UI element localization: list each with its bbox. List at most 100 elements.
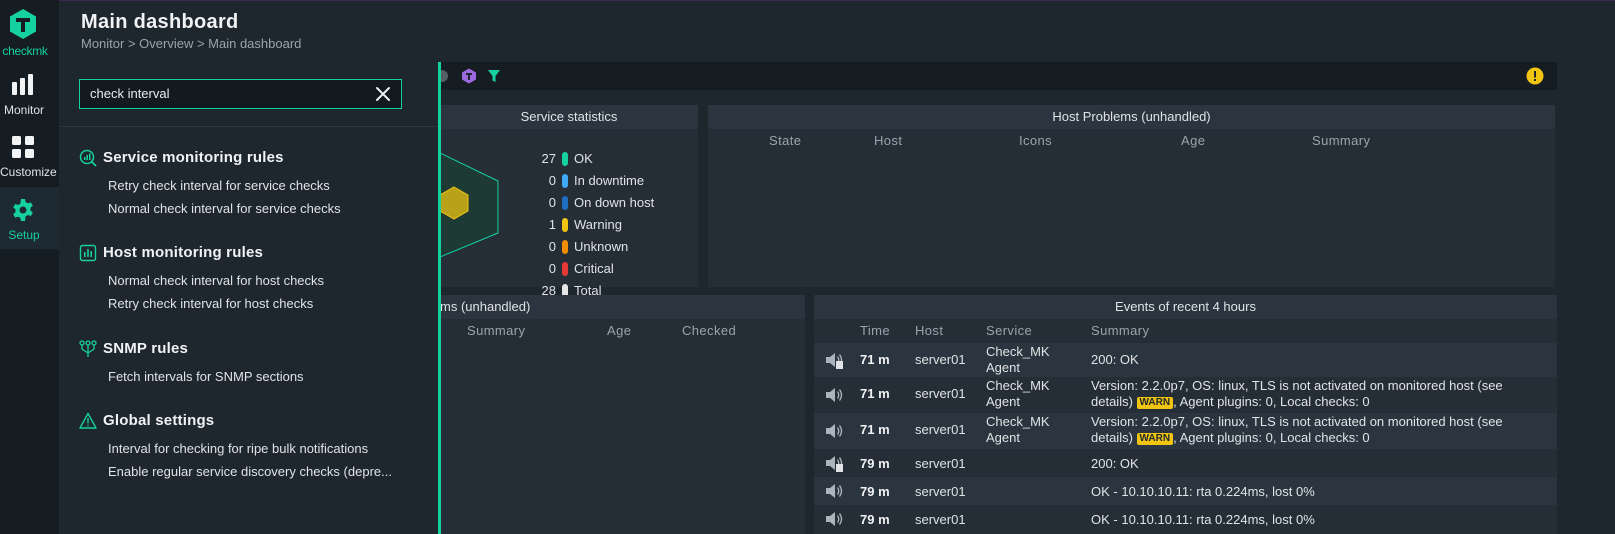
col-host[interactable]: Host <box>915 323 943 338</box>
stat-label[interactable]: In downtime <box>574 173 644 188</box>
events-title: Events of recent 4 hours <box>814 295 1557 319</box>
event-time: 71 m <box>860 352 890 367</box>
nav-monitor-label: Monitor <box>3 103 44 117</box>
col-checked[interactable]: Checked <box>682 323 736 338</box>
table-row[interactable]: 79 m server01 200: OK <box>814 449 1557 477</box>
warning-circle-icon[interactable] <box>1526 67 1544 85</box>
nav-monitor[interactable]: Monitor <box>0 62 59 124</box>
summary-prefix: details) <box>1091 430 1137 445</box>
stat-color-dot <box>562 262 568 276</box>
col-state[interactable]: State <box>769 133 801 148</box>
speaker-icon <box>824 386 844 407</box>
search-box[interactable] <box>79 79 402 109</box>
service-hexagon-chart[interactable] <box>440 153 500 259</box>
stat-label[interactable]: Warning <box>574 217 622 232</box>
table-row[interactable]: 71 m server01 Check_MK Agent Version: 2.2.0p… <box>814 413 1557 449</box>
event-service-line2[interactable]: Agent <box>986 394 1020 409</box>
event-summary: OK - 10.10.10.11: rta 0.224ms, lost 0% <box>1091 512 1315 527</box>
col-summary[interactable]: Summary <box>467 323 525 338</box>
search-result-link[interactable]: Fetch intervals for SNMP sections <box>108 369 304 384</box>
warn-badge: WARN <box>1136 397 1174 409</box>
search-result-link[interactable]: Retry check interval for host checks <box>108 296 313 311</box>
stat-count[interactable]: 0 <box>516 173 556 188</box>
checkmk-logo-icon <box>10 9 36 39</box>
stat-color-dot <box>562 240 568 254</box>
logo-text: checkmk <box>2 44 48 58</box>
col-summary[interactable]: Summary <box>1091 323 1149 338</box>
search-input[interactable] <box>90 86 360 101</box>
breadcrumb[interactable]: Monitor > Overview > Main dashboard <box>81 36 301 51</box>
checkmk-logo[interactable]: checkmk <box>0 0 59 60</box>
speaker-icon <box>824 351 844 372</box>
popup-border <box>438 62 441 534</box>
stat-label[interactable]: Critical <box>574 261 614 276</box>
event-host[interactable]: server01 <box>915 456 966 471</box>
table-row[interactable]: 71 m server01 Check_MK Agent 200: OK <box>814 343 1557 377</box>
col-age[interactable]: Age <box>1181 133 1205 148</box>
search-result-link[interactable]: Retry check interval for service checks <box>108 178 330 193</box>
stat-count[interactable]: 0 <box>516 195 556 210</box>
stat-color-dot <box>562 196 568 210</box>
result-group-title: Service monitoring rules <box>103 149 284 166</box>
grid-icon <box>12 136 34 158</box>
stat-color-dot <box>562 218 568 232</box>
event-time: 71 m <box>860 386 890 401</box>
host-problems-dashlet: Host Problems (unhandled) State Host Ico… <box>708 105 1555 287</box>
summary-prefix: details) <box>1091 394 1137 409</box>
result-group-title: SNMP rules <box>103 340 189 357</box>
snmp-icon <box>79 340 97 358</box>
col-time[interactable]: Time <box>860 323 890 338</box>
event-summary: Version: 2.2.0p7, OS: linux, TLS is not … <box>1091 414 1503 429</box>
divider <box>59 126 440 127</box>
table-row[interactable]: 79 m server01 OK - 10.10.10.11: rta 0.224m… <box>814 505 1557 533</box>
search-result-link[interactable]: Interval for checking for ripe bulk noti… <box>108 441 368 456</box>
event-service[interactable]: Check_MK <box>986 378 1050 393</box>
col-icons[interactable]: Icons <box>1019 133 1052 148</box>
event-service-line2[interactable]: Agent <box>986 360 1020 375</box>
stat-color-dot <box>562 152 568 166</box>
bar-chart-icon <box>12 74 33 95</box>
nav-setup[interactable]: Setup <box>0 187 59 249</box>
event-host[interactable]: server01 <box>915 484 966 499</box>
host-rules-icon <box>79 244 97 262</box>
edit-circle-icon[interactable] <box>440 69 450 83</box>
col-host[interactable]: Host <box>874 133 902 148</box>
event-host[interactable]: server01 <box>915 386 966 401</box>
stat-label[interactable]: Unknown <box>574 239 628 254</box>
summary-suffix: , Agent plugins: 0, Local checks: 0 <box>1173 394 1370 409</box>
checkmk-agent-icon[interactable] <box>461 68 477 84</box>
event-service[interactable]: Check_MK <box>986 414 1050 429</box>
col-service[interactable]: Service <box>986 323 1032 338</box>
stat-count[interactable]: 0 <box>516 261 556 276</box>
warning-triangle-icon <box>79 412 97 430</box>
event-summary: Version: 2.2.0p7, OS: linux, TLS is not … <box>1091 378 1503 393</box>
filter-icon[interactable] <box>487 69 501 83</box>
event-host[interactable]: server01 <box>915 512 966 527</box>
close-icon[interactable] <box>374 85 392 103</box>
table-row[interactable]: 79 m server01 OK - 10.10.10.11: rta 0.224m… <box>814 477 1557 505</box>
event-service-line2[interactable]: Agent <box>986 430 1020 445</box>
search-result-link[interactable]: Normal check interval for service checks <box>108 201 341 216</box>
summary-suffix: , Agent plugins: 0, Local checks: 0 <box>1173 430 1370 445</box>
col-age[interactable]: Age <box>607 323 631 338</box>
stat-count[interactable]: 0 <box>516 239 556 254</box>
stat-count[interactable]: 27 <box>516 151 556 166</box>
nav-customize[interactable]: Customize <box>0 124 59 186</box>
col-summary[interactable]: Summary <box>1312 133 1370 148</box>
nav-customize-label: Customize <box>0 165 57 179</box>
dashboard-area: Service statistics 27 OK 0 In downtime 0 On d… <box>440 90 1557 534</box>
event-host[interactable]: server01 <box>915 422 966 437</box>
stat-label[interactable]: On down host <box>574 195 654 210</box>
search-result-link[interactable]: Enable regular service discovery checks … <box>108 464 392 479</box>
stat-count[interactable]: 1 <box>516 217 556 232</box>
stat-label[interactable]: OK <box>574 151 593 166</box>
service-problems-dashlet: ms (unhandled) Summary Age Checked <box>440 295 805 534</box>
search-result-link[interactable]: Normal check interval for host checks <box>108 273 324 288</box>
event-host[interactable]: server01 <box>915 352 966 367</box>
speaker-icon <box>824 482 844 503</box>
events-dashlet: Events of recent 4 hours Time Host Servi… <box>814 295 1557 534</box>
service-statistics-title: Service statistics <box>440 105 698 129</box>
event-service[interactable]: Check_MK <box>986 344 1050 359</box>
table-row[interactable]: 71 m server01 Check_MK Agent Version: 2.2.0p… <box>814 377 1557 413</box>
host-problems-title: Host Problems (unhandled) <box>708 105 1555 129</box>
